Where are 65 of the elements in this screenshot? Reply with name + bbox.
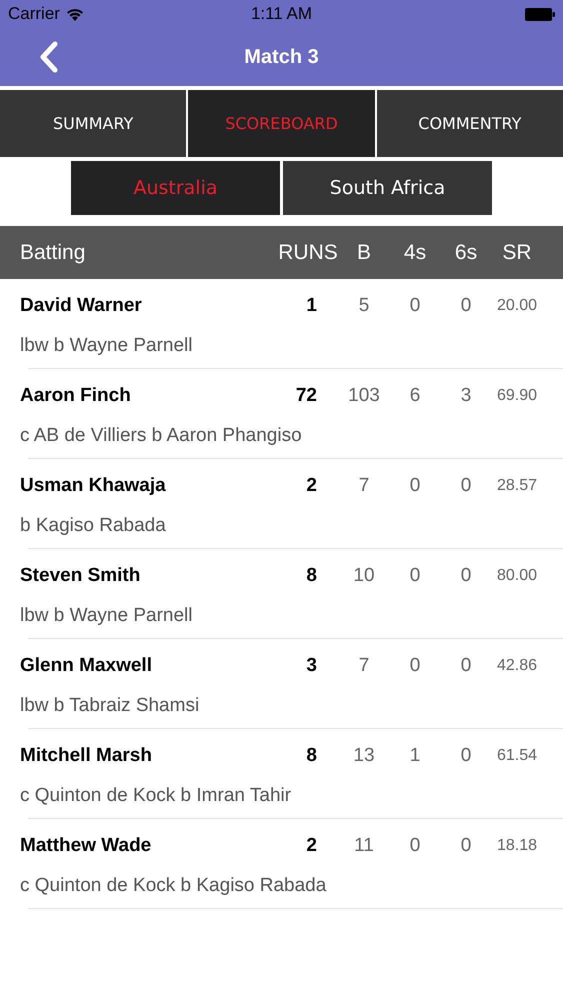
wifi-icon <box>66 8 84 20</box>
table-cell-text: 0 <box>460 744 472 768</box>
table-cell-text: 7 <box>358 474 370 498</box>
table-cell-text: 61.54 <box>496 746 538 766</box>
table-cell-text: 3 <box>460 384 472 408</box>
table-cell-text: 69.90 <box>496 386 538 406</box>
carrier-label: Carrier <box>8 3 60 26</box>
table-cell-text: 0 <box>408 654 422 678</box>
table-cell-text: 18.18 <box>496 836 538 856</box>
table-cell-text: 0 <box>460 834 472 858</box>
tab[interactable]: SUMMARY <box>0 90 186 157</box>
column-header: B <box>356 240 372 266</box>
table-cell-text: 11 <box>353 834 375 858</box>
table-cell-text: 0 <box>408 834 422 858</box>
clock-label: 1:11 AM <box>250 3 312 26</box>
player-name: Usman Khawaja <box>20 474 167 498</box>
table-cell-text: 6 <box>408 384 422 408</box>
table-cell-text: 2 <box>305 834 317 858</box>
dismissal-text: c AB de Villiers b Aaron Phangiso <box>20 424 303 448</box>
table-cell-text: 3 <box>305 654 317 678</box>
table-cell-text: 0 <box>460 474 472 498</box>
table-cell-text: 0 <box>408 294 422 318</box>
screen-title: Match 3 <box>244 45 319 70</box>
table-cell-text: 1 <box>408 744 422 768</box>
player-name: Steven Smith <box>20 564 142 588</box>
dismissal-text: c Quinton de Kock b Kagiso Rabada <box>20 874 328 898</box>
team-tab[interactable]: Australia <box>71 161 280 215</box>
dismissal-text: b Kagiso Rabada <box>20 514 167 538</box>
player-name: Mitchell Marsh <box>20 744 153 768</box>
table-cell-text: 7 <box>358 654 370 678</box>
table-cell-text: 0 <box>408 564 422 588</box>
table-cell-text: 1 <box>305 294 317 318</box>
table-cell-text: 80.00 <box>496 566 538 586</box>
column-header: 6s <box>454 240 478 266</box>
column-header: 4s <box>402 240 428 266</box>
player-name: Glenn Maxwell <box>20 654 153 678</box>
table-cell-text: 20.00 <box>496 296 538 316</box>
player-name: Aaron Finch <box>20 384 132 408</box>
column-header: Batting <box>20 240 86 266</box>
table-cell-text: 8 <box>305 564 317 588</box>
column-header: RUNS <box>277 240 339 266</box>
dismissal-text: c Quinton de Kock b Imran Tahir <box>20 784 292 808</box>
player-name: David Warner <box>20 294 143 318</box>
tab[interactable]: COMMENTRY <box>376 90 563 157</box>
table-cell-text: 5 <box>358 294 370 318</box>
column-header: SR <box>501 240 533 266</box>
table-cell-text: 2 <box>305 474 317 498</box>
table-cell-text: 8 <box>305 744 317 768</box>
table-cell-text: 10 <box>352 564 376 588</box>
dismissal-text: lbw b Wayne Parnell <box>20 604 194 628</box>
battery-icon <box>525 8 555 20</box>
table-cell-text: 13 <box>352 744 376 768</box>
table-cell-text: 28.57 <box>496 476 538 496</box>
table-cell-text: 103 <box>347 384 381 408</box>
table-cell-text: 72 <box>294 384 317 408</box>
player-name: Matthew Wade <box>20 834 152 858</box>
table-cell-text: 0 <box>460 294 472 318</box>
tab[interactable]: SCOREBOARD <box>188 90 375 157</box>
dismissal-text: lbw b Tabraiz Shamsi <box>20 694 200 718</box>
table-cell-text: 0 <box>460 564 472 588</box>
dismissal-text: lbw b Wayne Parnell <box>20 334 194 358</box>
team-tab[interactable]: South Africa <box>283 161 492 215</box>
table-cell-text: 42.86 <box>496 656 538 676</box>
table-cell-text: 0 <box>408 474 422 498</box>
table-cell-text: 0 <box>460 654 472 678</box>
